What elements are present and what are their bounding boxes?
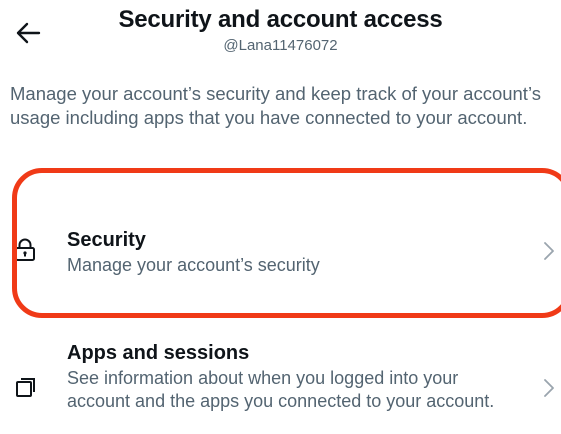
- account-handle: @Lana11476072: [223, 37, 338, 54]
- intro-text: Manage your account’s security and keep …: [10, 83, 541, 128]
- apps-description: See information about when you logged in…: [67, 368, 495, 411]
- apps-icon: [14, 375, 38, 404]
- security-item-text: Security Manage your account’s security: [67, 228, 517, 277]
- apps-label: Apps and sessions: [67, 342, 250, 364]
- chevron-right-icon: [543, 378, 555, 403]
- apps-and-sessions-item[interactable]: Apps and sessions See information about …: [0, 341, 561, 433]
- apps-item-text: Apps and sessions See information about …: [67, 341, 517, 413]
- back-button[interactable]: [10, 18, 46, 48]
- header: Security and account access @Lana1147607…: [0, 0, 561, 70]
- page-title: Security and account access: [118, 6, 443, 33]
- security-item[interactable]: Security Manage your account’s security: [0, 228, 561, 284]
- security-label: Security: [67, 229, 146, 251]
- lock-icon: [14, 238, 36, 267]
- chevron-right-icon: [543, 241, 555, 266]
- title-block: Security and account access @Lana1147607…: [60, 5, 561, 55]
- arrow-left-icon: [16, 22, 41, 44]
- security-description: Manage your account’s security: [67, 255, 320, 275]
